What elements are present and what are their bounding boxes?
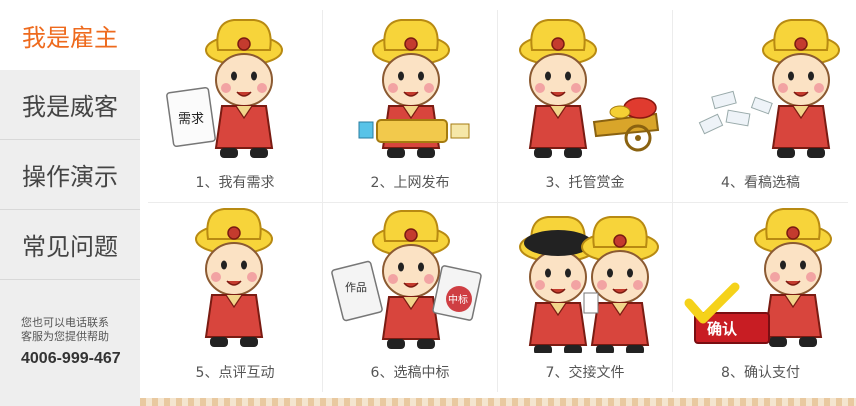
mascots-handover-icon xyxy=(519,216,659,353)
stamp-text: 中标 xyxy=(448,293,468,306)
mascot-with-cart-icon xyxy=(519,19,660,159)
step-2[interactable]: 2、上网发布 xyxy=(323,10,498,203)
contact-phone: 4006-999-467 xyxy=(21,350,121,367)
tab-faq[interactable]: 常见问题 xyxy=(0,210,140,280)
tab-demo[interactable]: 操作演示 xyxy=(0,140,140,210)
step-5[interactable]: 5、点评互动 xyxy=(148,203,323,392)
confirm-text: 确认 xyxy=(707,320,738,338)
sign-text: 需求 xyxy=(178,112,204,127)
contact-line-1: 您也可以电话联系 xyxy=(21,316,109,329)
tab-freelancer[interactable]: 我是威客 xyxy=(0,70,140,140)
mascot-with-sign-icon: 需求 xyxy=(166,19,283,159)
step-3[interactable]: 3、托管赏金 xyxy=(498,10,673,203)
step-8[interactable]: 确认 8、确认支付 xyxy=(673,203,848,392)
step-caption: 6、选稿中标 xyxy=(370,365,450,381)
steps-grid: 需求 1、我有需求 2、上网发布 3、托管赏金 4、看稿选稿 5、点评互动 作品… xyxy=(148,10,848,392)
mascot-with-laptop-icon xyxy=(358,19,470,159)
step-caption: 8、确认支付 xyxy=(721,365,800,381)
contact-info: 您也可以电话联系 客服为您提供帮助 4006-999-467 xyxy=(0,280,140,368)
step-6[interactable]: 作品 中标 6、选稿中标 xyxy=(323,203,498,392)
step-1[interactable]: 需求 1、我有需求 xyxy=(148,10,323,203)
step-caption: 3、托管赏金 xyxy=(545,175,625,191)
tab-employer[interactable]: 我是雇主 xyxy=(0,0,140,70)
mascot-with-papers-icon xyxy=(698,19,840,159)
mascot-with-winning-work-icon: 作品 中标 xyxy=(331,210,482,350)
sidebar: 我是雇主 我是威客 操作演示 常见问题 您也可以电话联系 客服为您提供帮助 40… xyxy=(0,0,140,406)
paper-text: 作品 xyxy=(345,281,367,294)
mascot-pointing-icon xyxy=(195,208,273,348)
step-7[interactable]: 7、交接文件 xyxy=(498,203,673,392)
decorative-bottom-strip xyxy=(140,398,856,406)
step-4[interactable]: 4、看稿选稿 xyxy=(673,10,848,203)
contact-line-2: 客服为您提供帮助 xyxy=(21,330,109,343)
step-caption: 1、我有需求 xyxy=(195,175,275,191)
step-caption: 2、上网发布 xyxy=(370,175,450,191)
mascot-confirm-payment-icon: 确认 xyxy=(684,208,832,348)
step-caption: 7、交接文件 xyxy=(545,365,625,381)
step-caption: 5、点评互动 xyxy=(195,365,275,381)
step-caption: 4、看稿选稿 xyxy=(721,175,800,191)
